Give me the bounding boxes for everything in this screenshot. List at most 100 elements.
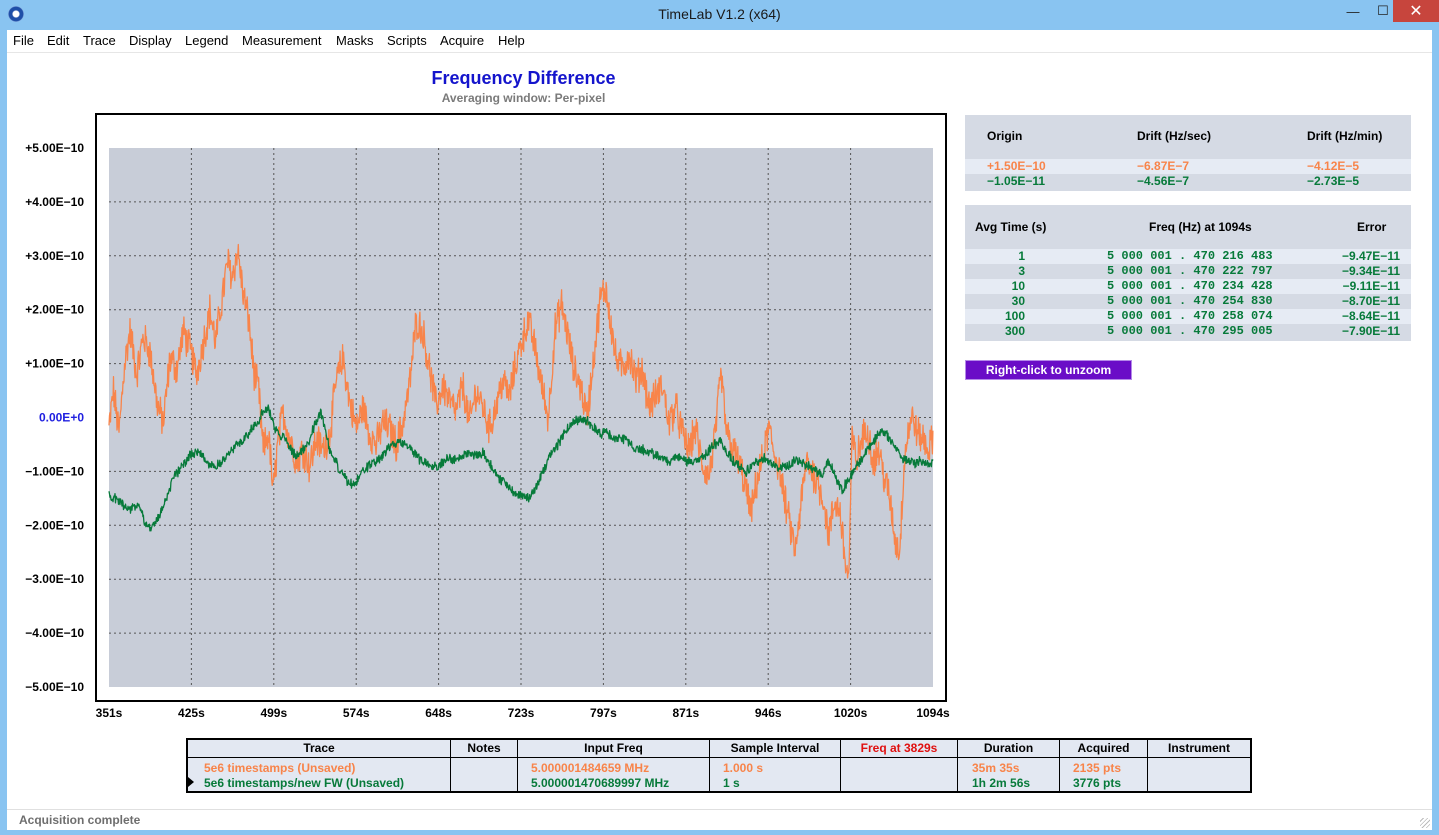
col-header-trace[interactable]: Trace bbox=[188, 740, 450, 757]
x-tick-label: 946s bbox=[755, 706, 782, 720]
menu-measurement[interactable]: Measurement bbox=[242, 33, 321, 48]
x-tick-label: 1094s bbox=[916, 706, 950, 720]
avg-row: 30 5 000 001 . 470 254 830 −8.70E−11 bbox=[965, 294, 1411, 309]
avg-time-panel: Avg Time (s) Freq (Hz) at 1094s Error 1 … bbox=[965, 205, 1411, 341]
drift-header-origin: Origin bbox=[987, 129, 1023, 143]
col-header-notes[interactable]: Notes bbox=[451, 740, 517, 757]
close-button[interactable]: ✕ bbox=[1393, 0, 1439, 22]
x-tick-label: 723s bbox=[508, 706, 535, 720]
y-tick-label: +4.00E−10 bbox=[25, 195, 84, 209]
avg-row: 300 5 000 001 . 470 295 005 −7.90E−11 bbox=[965, 324, 1411, 339]
x-tick-label: 499s bbox=[260, 706, 287, 720]
trace-input-freq-1: 5.000001484659 MHz bbox=[531, 761, 650, 775]
drift-header-hz-sec: Drift (Hz/sec) bbox=[1137, 129, 1212, 143]
drift-hz-min-2: −2.73E−5 bbox=[1307, 174, 1360, 188]
chart-subtitle: Averaging window: Per-pixel bbox=[441, 91, 606, 105]
drift-hz-sec-1: −6.87E−7 bbox=[1137, 159, 1190, 173]
menu-acquire[interactable]: Acquire bbox=[440, 33, 484, 48]
avg-row: 3 5 000 001 . 470 222 797 −9.34E−11 bbox=[965, 264, 1411, 279]
trace-table: Trace Notes Input Freq Sample Interval F… bbox=[186, 738, 1252, 793]
avg-error: −9.47E−11 bbox=[1341, 249, 1400, 263]
drift-row: +1.50E−10 −6.87E−7 −4.12E−5 bbox=[965, 159, 1411, 174]
drift-row: −1.05E−11 −4.56E−7 −2.73E−5 bbox=[965, 174, 1411, 189]
frequency-difference-chart[interactable]: +5.00E−10 +4.00E−10 +3.00E−10 +2.00E−10 +1.0… bbox=[0, 110, 960, 725]
drift-hz-sec-2: −4.56E−7 bbox=[1137, 174, 1190, 188]
col-header-acquired[interactable]: Acquired bbox=[1060, 740, 1147, 757]
y-tick-label: −2.00E−10 bbox=[25, 518, 84, 532]
menu-file[interactable]: File bbox=[13, 33, 34, 48]
y-tick-label: 0.00E+0 bbox=[39, 411, 84, 425]
trace-sample-interval-2: 1 s bbox=[723, 776, 740, 790]
y-tick-label: −5.00E−10 bbox=[25, 680, 84, 694]
avg-header-time: Avg Time (s) bbox=[975, 220, 1047, 234]
x-tick-label: 574s bbox=[343, 706, 370, 720]
x-tick-label: 871s bbox=[672, 706, 699, 720]
y-tick-label: +5.00E−10 bbox=[25, 141, 84, 155]
col-header-duration[interactable]: Duration bbox=[958, 740, 1059, 757]
y-tick-label: −3.00E−10 bbox=[25, 572, 84, 586]
menu-help[interactable]: Help bbox=[498, 33, 525, 48]
x-tick-label: 351s bbox=[96, 706, 123, 720]
y-tick-label: −1.00E−10 bbox=[25, 464, 84, 478]
trace-acquired-1: 2135 pts bbox=[1073, 761, 1122, 775]
y-tick-label: +1.00E−10 bbox=[25, 357, 84, 371]
menu-bar: File Edit Trace Display Legend Measureme… bbox=[0, 30, 1439, 53]
selected-row-marker bbox=[188, 777, 194, 787]
trace-name-1[interactable]: 5e6 timestamps (Unsaved) bbox=[204, 761, 355, 775]
avg-time: 10 bbox=[1011, 279, 1025, 293]
avg-freq: 5 000 001 . 470 295 005 bbox=[1107, 324, 1273, 338]
trace-table-header-divider bbox=[188, 757, 1250, 758]
avg-header-error: Error bbox=[1357, 220, 1387, 234]
menu-trace[interactable]: Trace bbox=[83, 33, 116, 48]
avg-error: −9.11E−11 bbox=[1342, 279, 1400, 293]
col-header-freq-at[interactable]: Freq at 3829s bbox=[841, 740, 957, 757]
avg-error: −8.64E−11 bbox=[1341, 309, 1400, 323]
drift-origin-1: +1.50E−10 bbox=[987, 159, 1046, 173]
window-title: TimeLab V1.2 (x64) bbox=[658, 6, 781, 22]
drift-header-hz-min: Drift (Hz/min) bbox=[1307, 129, 1383, 143]
trace-input-freq-2: 5.000001470689997 MHz bbox=[531, 776, 670, 790]
trace-sample-interval-1: 1.000 s bbox=[723, 761, 764, 775]
drift-hz-min-1: −4.12E−5 bbox=[1307, 159, 1360, 173]
status-text: Acquisition complete bbox=[19, 813, 141, 827]
avg-time: 300 bbox=[1004, 324, 1025, 338]
avg-freq: 5 000 001 . 470 216 483 bbox=[1107, 249, 1273, 263]
menu-display[interactable]: Display bbox=[129, 33, 172, 48]
y-tick-label: +3.00E−10 bbox=[25, 249, 84, 263]
x-tick-label: 425s bbox=[178, 706, 205, 720]
trace-duration-1: 35m 35s bbox=[972, 761, 1020, 775]
menu-edit[interactable]: Edit bbox=[47, 33, 69, 48]
avg-row: 100 5 000 001 . 470 258 074 −8.64E−11 bbox=[965, 309, 1411, 324]
avg-header-freq: Freq (Hz) at 1094s bbox=[1149, 220, 1252, 234]
title-bar[interactable]: TimeLab V1.2 (x64) — ☐ ✕ bbox=[0, 0, 1439, 30]
resize-grip-icon[interactable] bbox=[1420, 818, 1430, 828]
drift-panel: Origin Drift (Hz/sec) Drift (Hz/min) +1.… bbox=[965, 115, 1411, 191]
avg-time: 3 bbox=[1018, 264, 1025, 278]
menu-scripts[interactable]: Scripts bbox=[387, 33, 427, 48]
unzoom-button[interactable]: Right-click to unzoom bbox=[965, 360, 1132, 380]
avg-freq: 5 000 001 . 470 234 428 bbox=[1107, 279, 1273, 293]
trace-duration-2: 1h 2m 56s bbox=[972, 776, 1031, 790]
window-frame-right bbox=[1432, 30, 1439, 835]
trace-name-2[interactable]: 5e6 timestamps/new FW (Unsaved) bbox=[204, 776, 404, 790]
minimize-button[interactable]: — bbox=[1338, 0, 1368, 22]
x-tick-label: 1020s bbox=[834, 706, 868, 720]
avg-freq: 5 000 001 . 470 254 830 bbox=[1107, 294, 1273, 308]
menu-legend[interactable]: Legend bbox=[185, 33, 228, 48]
avg-error: −9.34E−11 bbox=[1341, 264, 1400, 278]
avg-error: −8.70E−11 bbox=[1341, 294, 1400, 308]
avg-time: 30 bbox=[1011, 294, 1025, 308]
avg-row: 10 5 000 001 . 470 234 428 −9.11E−11 bbox=[965, 279, 1411, 294]
col-header-instrument[interactable]: Instrument bbox=[1148, 740, 1250, 757]
col-header-input-freq[interactable]: Input Freq bbox=[518, 740, 709, 757]
avg-time: 100 bbox=[1004, 309, 1025, 323]
status-bar: Acquisition complete bbox=[7, 809, 1432, 830]
menu-masks[interactable]: Masks bbox=[336, 33, 374, 48]
x-tick-label: 648s bbox=[425, 706, 452, 720]
trace-acquired-2: 3776 pts bbox=[1073, 776, 1122, 790]
col-header-sample-interval[interactable]: Sample Interval bbox=[710, 740, 840, 757]
avg-row: 1 5 000 001 . 470 216 483 −9.47E−11 bbox=[965, 249, 1411, 264]
avg-time: 1 bbox=[1018, 249, 1025, 263]
drift-origin-2: −1.05E−11 bbox=[987, 174, 1046, 188]
x-tick-label: 797s bbox=[590, 706, 617, 720]
